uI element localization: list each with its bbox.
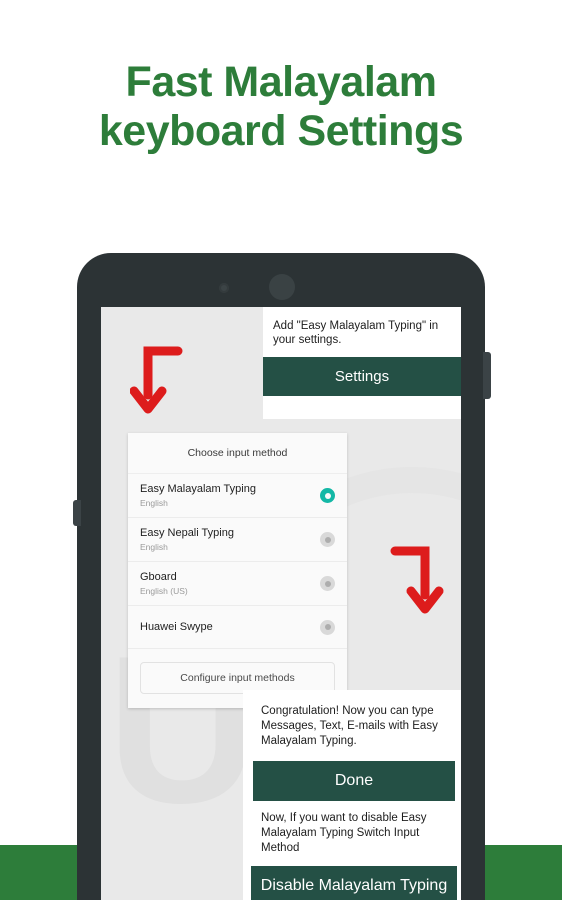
settings-prompt-card: Add "Easy Malayalam Typing" in your sett… [263, 307, 461, 419]
congratulation-card: Congratulation! Now you can type Message… [243, 690, 461, 900]
input-method-row-gboard[interactable]: Gboard English (US) [128, 562, 347, 606]
phone-screen: U Add "Easy Malayalam Typing" in your se… [101, 307, 461, 900]
congratulation-message: Congratulation! Now you can type Message… [261, 705, 438, 747]
input-method-subtitle: English (US) [140, 586, 188, 596]
proximity-sensor-icon [269, 274, 295, 300]
input-method-subtitle: English [140, 542, 168, 552]
radio-unselected-icon[interactable] [320, 576, 335, 591]
radio-selected-icon[interactable] [320, 488, 335, 503]
input-method-name: Easy Malayalam Typing [140, 483, 256, 495]
input-method-name: Gboard [140, 571, 177, 583]
settings-prompt-message: Add "Easy Malayalam Typing" in your sett… [273, 320, 439, 346]
radio-unselected-icon[interactable] [320, 532, 335, 547]
input-method-subtitle: English [140, 498, 168, 508]
done-button[interactable]: Done [253, 761, 455, 801]
radio-unselected-icon[interactable] [320, 619, 335, 635]
settings-card-footer [263, 396, 461, 419]
volume-button[interactable] [73, 500, 81, 526]
input-method-texts: Gboard English (US) [140, 570, 320, 597]
input-method-name: Huawei Swype [140, 621, 213, 633]
settings-button[interactable]: Settings [263, 357, 461, 396]
input-method-name: Easy Nepali Typing [140, 527, 234, 539]
headline-line-2: keyboard Settings [98, 107, 464, 155]
page-title: Fast Malayalam keyboard Settings [0, 58, 562, 156]
front-camera-icon [219, 283, 229, 293]
choose-input-method-dialog: Choose input method Easy Malayalam Typin… [128, 433, 347, 708]
input-method-row-huawei-swype[interactable]: Huawei Swype [128, 606, 347, 649]
dialog-title: Choose input method [128, 433, 347, 474]
disable-malayalam-typing-button[interactable]: Disable Malayalam Typing [251, 866, 457, 900]
phone-frame: U Add "Easy Malayalam Typing" in your se… [73, 253, 491, 900]
disable-note: Now, If you want to disable Easy Malayal… [261, 812, 427, 854]
input-method-texts: Easy Malayalam Typing English [140, 482, 320, 509]
input-method-texts: Huawei Swype [140, 620, 320, 634]
headline-line-1: Fast Malayalam [125, 58, 437, 106]
input-method-texts: Easy Nepali Typing English [140, 526, 320, 553]
input-method-row-easy-nepali-typing[interactable]: Easy Nepali Typing English [128, 518, 347, 562]
input-method-row-easy-malayalam-typing[interactable]: Easy Malayalam Typing English [128, 474, 347, 518]
power-button[interactable] [483, 352, 491, 399]
